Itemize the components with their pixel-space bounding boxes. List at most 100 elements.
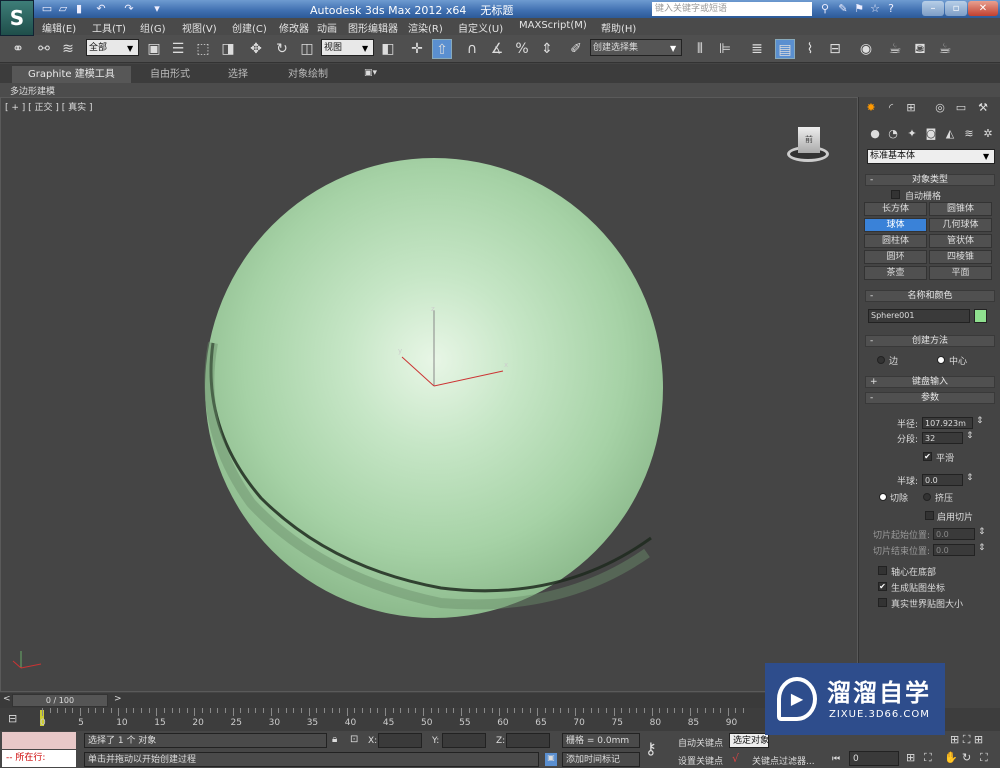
orbit-icon[interactable]: ↻ [962,751,971,764]
edge-radio[interactable] [877,356,885,364]
cameras-icon[interactable]: ◙ [923,127,939,143]
maxscript-listener[interactable] [2,732,76,749]
time-slider-thumb[interactable]: 0 / 100 [12,694,108,707]
time-slider[interactable]: < 0 / 100 > [0,693,858,708]
slice-on-checkbox[interactable] [925,511,934,520]
real-world-map-checkbox[interactable] [878,598,887,607]
menu-item-8[interactable]: 渲染(R) [408,20,443,35]
rect-selection-icon[interactable]: ⬚ [193,39,213,59]
shapes-icon[interactable]: ◔ [885,127,901,143]
key-filter-selection-select[interactable]: 选定对象 [729,733,769,748]
percent-snap-icon[interactable]: % [512,39,532,59]
reference-coordinate-select[interactable]: 视图 ▼ [321,39,374,56]
center-radio[interactable] [937,356,945,364]
object-type-button[interactable]: 平面 [929,266,992,280]
unlink-icon[interactable]: ⚯ [34,39,54,59]
tab-graphite-modeling[interactable]: Graphite 建模工具 [12,66,131,83]
pan-icon[interactable]: ✋ [944,751,958,764]
object-type-button[interactable]: 圆锥体 [929,202,992,216]
add-time-tag[interactable]: 添加时间标记 [562,752,640,767]
lock-selection-icon[interactable]: 🔒︎ [332,734,337,745]
generate-mapping-checkbox[interactable]: ✔ [878,582,887,591]
systems-icon[interactable]: ✲ [980,127,996,143]
app-logo[interactable]: S [0,0,34,36]
layer-manager-icon[interactable]: ≣ [747,39,767,59]
keyboard-shortcut-override-icon[interactable]: ⇧ [432,39,452,59]
object-type-button[interactable]: 茶壶 [864,266,927,280]
select-manipulate-icon[interactable]: ✛ [407,39,427,59]
new-file-icon[interactable]: ▭ [40,2,54,15]
render-icon[interactable]: ☕ [935,39,955,59]
object-type-button[interactable]: 长方体 [864,202,927,216]
current-frame-input[interactable]: 0 [849,751,899,766]
menu-item-3[interactable]: 视图(V) [182,20,217,35]
modify-tab-icon[interactable]: ◜ [883,101,899,117]
mirror-icon[interactable]: ⫴ [690,39,710,59]
absolute-mode-icon[interactable]: ⊡ [350,734,358,745]
menu-item-0[interactable]: 编辑(E) [42,20,76,35]
align-icon[interactable]: ⊫ [715,39,735,59]
category-select[interactable]: 标准基本体 ▼ [867,149,995,164]
pivot-center-icon[interactable]: ◧ [378,39,398,59]
customize-dropdown-icon[interactable]: ▾ [150,2,164,15]
hierarchy-tab-icon[interactable]: ⊞ [903,101,919,117]
tab-selection[interactable]: 选择 [212,66,264,83]
spinner-snap-icon[interactable]: ⇕ [537,39,557,59]
prev-frame-button[interactable]: < [3,694,11,704]
link-icon[interactable]: ⚭ [8,39,28,59]
z-coordinate-input[interactable] [506,733,550,748]
geometry-icon[interactable]: ● [867,127,883,143]
maxscript-mini-listener[interactable]: -- 所在行: [2,750,76,767]
select-by-name-icon[interactable]: ☰ [168,39,188,59]
segments-spinner[interactable]: ⇕ [966,431,974,441]
radius-spinner[interactable]: ⇕ [976,416,984,426]
save-icon[interactable]: ▮ [72,2,86,15]
time-tag-icon[interactable]: ▣ [545,753,557,766]
slice-from-input[interactable]: 0.0 [933,528,975,540]
rollout-object-type[interactable]: - 对象类型 [865,174,995,186]
menu-item-9[interactable]: 自定义(U) [458,20,503,35]
ribbon-options-icon[interactable]: ▣▾ [364,68,377,78]
slice-to-spinner[interactable]: ⇕ [978,543,986,553]
window-crossing-icon[interactable]: ◨ [218,39,238,59]
redo-icon[interactable]: ↷ [122,2,136,15]
menu-item-10[interactable]: MAXScript(M) [519,20,587,31]
move-icon[interactable]: ✥ [246,39,266,59]
tab-freeform[interactable]: 自由形式 [134,66,206,83]
create-tab-icon[interactable]: ✸ [863,101,879,117]
object-type-button[interactable]: 管状体 [929,234,992,248]
rollout-keyboard-entry[interactable]: + 键盘输入 [865,376,995,388]
graphite-toggle-icon[interactable]: ▤ [775,39,795,59]
rotate-icon[interactable]: ↻ [272,39,292,59]
binoculars-icon[interactable]: ⚲ [818,2,832,15]
select-object-icon[interactable]: ▣ [144,39,164,59]
menu-item-4[interactable]: 创建(C) [232,20,267,35]
object-type-button[interactable]: 四棱锥 [929,250,992,264]
squash-radio[interactable] [923,493,931,501]
go-to-start-icon[interactable]: ⏮ [832,754,840,764]
hemisphere-input[interactable]: 0.0 [922,474,963,486]
set-key-button[interactable]: 设置关键点 [678,754,723,767]
object-type-button[interactable]: 圆环 [864,250,927,264]
auto-grid-checkbox[interactable] [891,190,900,199]
close-button[interactable]: ✕ [968,1,998,16]
edit-named-selection-icon[interactable]: ✐ [566,39,586,59]
help-icon[interactable]: ? [884,2,898,15]
rendered-frame-icon[interactable]: ⛾ [910,39,930,59]
radius-input[interactable]: 107.923m [922,417,973,429]
open-file-icon[interactable]: ▱ [56,2,70,15]
field-of-view-icon[interactable]: ⛶ [924,751,932,765]
maximize-button[interactable]: ▫ [945,1,967,16]
object-color-swatch[interactable] [974,309,987,323]
segments-input[interactable]: 32 [922,432,963,444]
zoom-all-icon[interactable]: ⊞ ⛶ ⊞ [950,733,983,747]
chop-radio[interactable] [879,493,887,501]
scale-icon[interactable]: ◫ [297,39,317,59]
key-filters-button[interactable]: 关键点过滤器... [752,754,815,767]
favorites-icon[interactable]: ☆ [868,2,882,15]
curve-editor-icon[interactable]: ⌇ [800,39,820,59]
slice-from-spinner[interactable]: ⇕ [978,527,986,537]
selection-filter-select[interactable]: 全部 ▼ [86,39,139,56]
material-editor-icon[interactable]: ◉ [856,39,876,59]
object-type-button[interactable]: 圆柱体 [864,234,927,248]
